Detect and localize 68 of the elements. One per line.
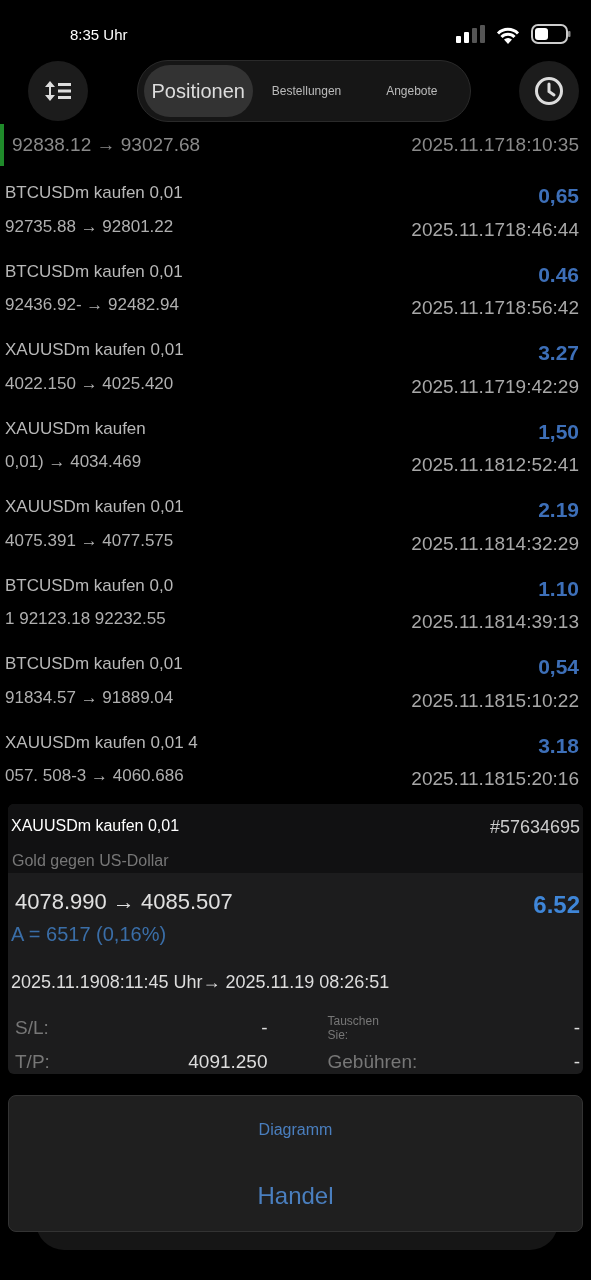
position-row[interactable]: BTCUSDm kaufen 0,01 92436.92- → 92482.94 0.46 2025.11.1718:56:42 bbox=[0, 246, 591, 325]
time-text: 2025.11.1718:46:44 bbox=[411, 217, 579, 242]
symbol-text: BTCUSDm kaufen 0,01 bbox=[5, 182, 183, 204]
description-text: Gold gegen US-Dollar bbox=[11, 851, 170, 871]
symbol-text: BTCUSDm kaufen 0,01 bbox=[5, 260, 183, 283]
symbol-text: XAUUSDm kaufen bbox=[5, 417, 146, 440]
chart-button[interactable]: Diagramm bbox=[258, 1118, 333, 1142]
price-text: 4075.391 → 4077.575 bbox=[5, 529, 175, 552]
field-label: Gebühren: bbox=[327, 1049, 418, 1074]
profit-text: 1.10 bbox=[538, 575, 579, 602]
position-row[interactable]: BTCUSDm kaufen 0,0 1 92123.18 92232.55 1.10 2025.11.1814:39:13 bbox=[0, 560, 591, 639]
position-row[interactable]: BTCUSDm kaufen 0,01 91834.57 → 91889.04 0,54 2025.11.1815:10:22 bbox=[0, 639, 591, 718]
time-text: 2025.11.1815:20:16 bbox=[411, 767, 579, 791]
time-text: 2025.11.1718:10:35 bbox=[411, 132, 579, 157]
tab[interactable]: Positionen bbox=[143, 65, 253, 117]
tab[interactable]: Bestellungen bbox=[254, 65, 359, 117]
price-text: 92436.92- → 92482.94 bbox=[5, 294, 180, 316]
battery-icon bbox=[531, 24, 571, 44]
field-label: T/P: bbox=[15, 1049, 50, 1074]
symbol-text: XAUUSDm kaufen 0,01 bbox=[11, 816, 180, 836]
field-value: - bbox=[261, 1015, 268, 1040]
price-text: 91834.57 → 91889.04 bbox=[5, 686, 175, 709]
time-text: 2025.11.1812:52:41 bbox=[411, 453, 579, 477]
time-range-text: 2025.11.1908:11:45 Uhr→ 2025.11.19 08:26:51 bbox=[11, 971, 390, 994]
symbol-text: BTCUSDm kaufen 0,0 bbox=[5, 574, 174, 597]
ticket-text: #57634695 bbox=[489, 816, 580, 839]
price-text: 1 92123.18 92232.55 bbox=[5, 608, 167, 630]
position-row[interactable]: XAUUSDm kaufen 0,01 4075.391 → 4077.575 2.19 2025.11.1814:32:29 bbox=[0, 482, 591, 561]
profit-text: 0,54 bbox=[538, 654, 579, 680]
time-text: 2025.11.1719:42:29 bbox=[411, 374, 579, 399]
profit-text: 1,50 bbox=[538, 418, 579, 445]
price-text: 0,01) → 4034.469 bbox=[5, 451, 143, 473]
price-text: 92735.88 → 92801.22 bbox=[5, 215, 175, 238]
field-label: Tauschen Sie: bbox=[327, 1014, 380, 1042]
profit-text: 2.19 bbox=[538, 497, 579, 523]
time-text: 2025.11.1814:32:29 bbox=[411, 531, 579, 556]
time-text: 2025.11.1718:56:42 bbox=[411, 296, 579, 320]
field-value: - bbox=[573, 1049, 580, 1074]
position-row[interactable]: XAUUSDm kaufen 0,01 4 057. 508-3 → 4060.686 3.18 2025.11.1815:20:16 bbox=[0, 717, 591, 796]
position-row[interactable]: XAUUSDm kaufen 0,01) → 4034.469 1,50 2025.11.1812:52:41 bbox=[0, 403, 591, 482]
price-text: 4078.990 → 4085.507 bbox=[15, 888, 233, 916]
price-text: 057. 508-3 → 4060.686 bbox=[5, 765, 185, 787]
clock-icon bbox=[534, 76, 564, 106]
profit-text: 0.46 bbox=[538, 261, 579, 288]
sort-list-icon bbox=[44, 79, 72, 103]
price-text: 4022.150 → 4025.420 bbox=[5, 372, 175, 395]
position-row[interactable]: 92838.12 → 93027.68 2025.11.1718:10:35 bbox=[0, 124, 591, 166]
time-text: 2025.11.1814:39:13 bbox=[411, 610, 579, 634]
position-row[interactable]: BTCUSDm kaufen 0,01 92735.88 → 92801.22 0,65 2025.11.1718:46:44 bbox=[0, 168, 591, 247]
profit-text: 6.52 bbox=[533, 890, 580, 920]
tab[interactable]: Angebote bbox=[360, 65, 464, 117]
symbol-text: XAUUSDm kaufen 0,01 bbox=[5, 339, 184, 361]
profit-text: 3.27 bbox=[538, 340, 579, 366]
position-row[interactable]: XAUUSDm kaufen 0,01 4022.150 → 4025.420 3.27 2025.11.1719:42:29 bbox=[0, 325, 591, 404]
field-value: 4091.250 bbox=[188, 1049, 268, 1074]
profit-text: 3.18 bbox=[538, 732, 579, 759]
status-time: 8:35 Uhr bbox=[70, 25, 128, 45]
field-value: - bbox=[573, 1015, 580, 1040]
price-text: 92838.12 → 93027.68 bbox=[12, 132, 201, 157]
trade-button[interactable]: Handel bbox=[257, 1178, 334, 1214]
time-text: 2025.11.1815:10:22 bbox=[411, 688, 579, 713]
symbol-text: XAUUSDm kaufen 0,01 bbox=[5, 496, 184, 518]
field-label: S/L: bbox=[15, 1015, 49, 1040]
change-text: A = 6517 (0,16%) bbox=[11, 922, 167, 947]
signal-icon bbox=[456, 25, 485, 43]
symbol-text: XAUUSDm kaufen 0,01 4 bbox=[5, 731, 198, 754]
symbol-text: BTCUSDm kaufen 0,01 bbox=[5, 653, 183, 675]
profit-text: 0,65 bbox=[538, 183, 579, 209]
